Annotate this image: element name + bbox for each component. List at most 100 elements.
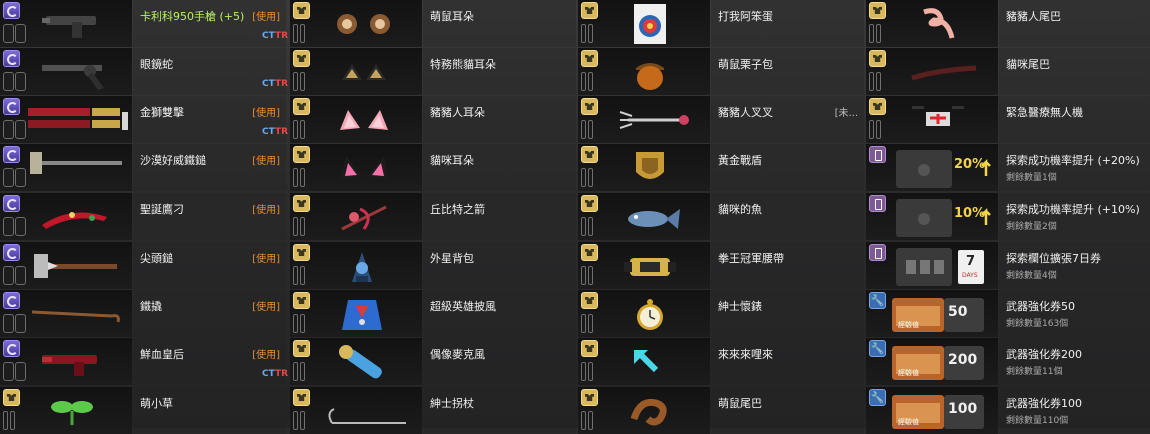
pistol-icon	[12, 2, 132, 46]
drone-icon	[878, 98, 998, 142]
item-name: 拳王冠軍腰帶	[718, 252, 784, 265]
item-thumbnail: 🔧 200 經驗值	[866, 338, 998, 385]
item-name: 豬豬人耳朵	[430, 106, 485, 119]
equip-slot-icon	[293, 266, 298, 285]
inventory-column: 萌鼠耳朵特務熊貓耳朵豬豬人耳朵貓咪耳朵丘比特之箭外星背包超級英雄披風 偶像麥克風紳…	[290, 0, 577, 434]
box-caption: 經驗值	[898, 369, 919, 377]
cat-ears-icon	[302, 146, 422, 190]
inventory-item[interactable]: 20% 探索成功機率提升 (+20%) 剩餘數量1個	[866, 144, 1150, 191]
inventory-item[interactable]: 🔧 200 經驗值 武器強化券200 剩餘數量11個	[866, 338, 1150, 385]
inventory-item[interactable]: 🔧 100 經驗值 武器強化券100 剩餘數量110個	[866, 387, 1150, 434]
inventory-item[interactable]: 貓咪的魚	[578, 193, 864, 240]
inventory-item[interactable]: 萌鼠耳朵	[290, 0, 576, 47]
inventory-item[interactable]: 貓咪耳朵	[290, 144, 576, 191]
inventory-item[interactable]: 紳士拐杖	[290, 387, 576, 434]
inventory-item[interactable]: 紳士懷錶	[578, 290, 864, 337]
item-thumbnail	[290, 242, 422, 289]
item-name: 貓咪耳朵	[430, 154, 474, 167]
inventory-item[interactable]: 7 DAYS 探索欄位擴張7日券 剩餘數量4個	[866, 242, 1150, 289]
inventory-item[interactable]: 外星背包	[290, 242, 576, 289]
inventory-item[interactable]: 丘比特之箭	[290, 193, 576, 240]
item-name: 聖誕鷹刁	[140, 203, 184, 216]
cupid-arrow-icon	[302, 195, 422, 239]
inventory-item[interactable]: 超級英雄披風	[290, 290, 576, 337]
item-thumbnail: 10%	[866, 193, 998, 240]
inventory-item[interactable]: 萌鼠尾巴	[578, 387, 864, 434]
item-thumbnail	[290, 338, 422, 385]
use-button[interactable]: [使用]	[252, 8, 280, 23]
inventory-column: 卡利科950手槍 (+5) [使用] CT TR 眼鏡蛇 CT TR 金獅雙擊 [使用] CT TR…	[0, 0, 288, 434]
item-name: 萌小草	[140, 397, 173, 410]
item-thumbnail	[290, 48, 422, 95]
use-button[interactable]: [使用]	[252, 152, 280, 167]
item-thumbnail	[578, 290, 710, 337]
box-icon	[878, 292, 998, 336]
inventory-item[interactable]: 緊急醫療無人機	[866, 96, 1150, 143]
crowbar-icon	[12, 292, 132, 336]
inventory-item[interactable]: 金獅雙擊 [使用] CT TR	[0, 96, 288, 143]
panda-ears-icon	[302, 50, 422, 94]
inventory-item[interactable]: 眼鏡蛇 CT TR	[0, 48, 288, 95]
item-name: 萌鼠耳朵	[430, 10, 474, 23]
item-badge: 10%	[954, 206, 986, 221]
item-thumbnail: 🔧 100 經驗值	[866, 387, 998, 434]
slots-icon	[878, 244, 998, 288]
item-thumbnail	[0, 193, 132, 240]
use-button[interactable]: [使用]	[252, 346, 280, 361]
hammer-icon	[12, 146, 132, 190]
inventory-item[interactable]: 沙漠好威鐵鎚 [使用]	[0, 144, 286, 191]
inventory-item[interactable]: 🔧 50 經驗值 武器強化券50 剩餘數量163個	[866, 290, 1150, 337]
inventory-item[interactable]: 貓咪尾巴	[866, 48, 1150, 95]
inventory-item[interactable]: 卡利科950手槍 (+5) [使用] CT TR	[0, 0, 288, 47]
item-thumbnail	[290, 290, 422, 337]
inventory-column: 打我阿笨蛋 萌鼠栗子包 豬豬人叉叉 [未... 黃金戰盾 貓咪的魚拳王冠軍腰帶紳士懷錶來來…	[578, 0, 865, 434]
item-name: 紳士拐杖	[430, 397, 474, 410]
alien-bag-icon	[302, 244, 422, 288]
item-thumbnail	[866, 0, 998, 47]
item-thumbnail	[578, 387, 710, 434]
inventory-item[interactable]: 豬豬人耳朵	[290, 96, 576, 143]
inventory-item[interactable]: 拳王冠軍腰帶	[578, 242, 864, 289]
inventory-item[interactable]: 10% 探索成功機率提升 (+10%) 剩餘數量2個	[866, 193, 1150, 240]
inventory-item[interactable]: 鐵撬 [使用]	[0, 290, 286, 337]
equip-slot-icon	[581, 72, 586, 91]
inventory-item[interactable]: 來來來哩來	[578, 338, 864, 385]
inventory-item[interactable]: 萌鼠栗子包	[578, 48, 864, 95]
item-thumbnail	[290, 0, 422, 47]
inventory-item[interactable]: 豬豬人叉叉 [未...	[578, 96, 864, 143]
item-name: 武器強化券50	[1006, 300, 1075, 313]
inventory-item[interactable]: 尖頭鎚 [使用]	[0, 242, 286, 289]
cane-icon	[302, 389, 422, 433]
remaining-count: 剩餘數量163個	[1006, 319, 1069, 329]
inventory-item[interactable]: 打我阿笨蛋	[578, 0, 864, 47]
use-button[interactable]: [使用]	[252, 250, 280, 265]
remaining-count: 剩餘數量1個	[1006, 173, 1057, 183]
christmas-blade-icon	[12, 195, 132, 239]
use-button[interactable]: [使用]	[252, 104, 280, 119]
equip-slot-icon	[293, 168, 298, 187]
item-thumbnail	[866, 48, 998, 95]
hero-cape-icon	[302, 292, 422, 336]
equip-slot-icon	[869, 24, 874, 43]
inventory-item[interactable]: 鮮血皇后 [使用] CT TR	[0, 338, 288, 385]
inventory-item[interactable]: 黃金戰盾	[578, 144, 864, 191]
item-thumbnail	[290, 387, 422, 434]
equip-slot-icon	[3, 411, 8, 430]
item-name: 金獅雙擊	[140, 106, 184, 119]
inventory-column: 豬豬人尾巴 貓咪尾巴 緊急醫療無人機 20% 探索成功機率提升 (+20%) 剩餘數量1個…	[866, 0, 1150, 434]
inventory-item[interactable]: 萌小草	[0, 387, 286, 434]
use-button[interactable]: [使用]	[252, 298, 280, 313]
inventory-item[interactable]: 偶像麥克風	[290, 338, 576, 385]
arrow-icon	[590, 340, 710, 384]
equip-slot-icon	[869, 120, 874, 139]
item-thumbnail	[866, 96, 998, 143]
use-button[interactable]: [使用]	[252, 201, 280, 216]
item-name: 外星背包	[430, 252, 474, 265]
equip-slot-icon	[293, 72, 298, 91]
inventory-item[interactable]: 豬豬人尾巴	[866, 0, 1150, 47]
inventory-item[interactable]: 特務熊貓耳朵	[290, 48, 576, 95]
inventory-grid: 卡利科950手槍 (+5) [使用] CT TR 眼鏡蛇 CT TR 金獅雙擊 [使用] CT TR…	[0, 0, 1150, 434]
inventory-item[interactable]: 聖誕鷹刁 [使用]	[0, 193, 286, 240]
item-name: 來來來哩來	[718, 348, 773, 361]
item-thumbnail	[0, 242, 132, 289]
